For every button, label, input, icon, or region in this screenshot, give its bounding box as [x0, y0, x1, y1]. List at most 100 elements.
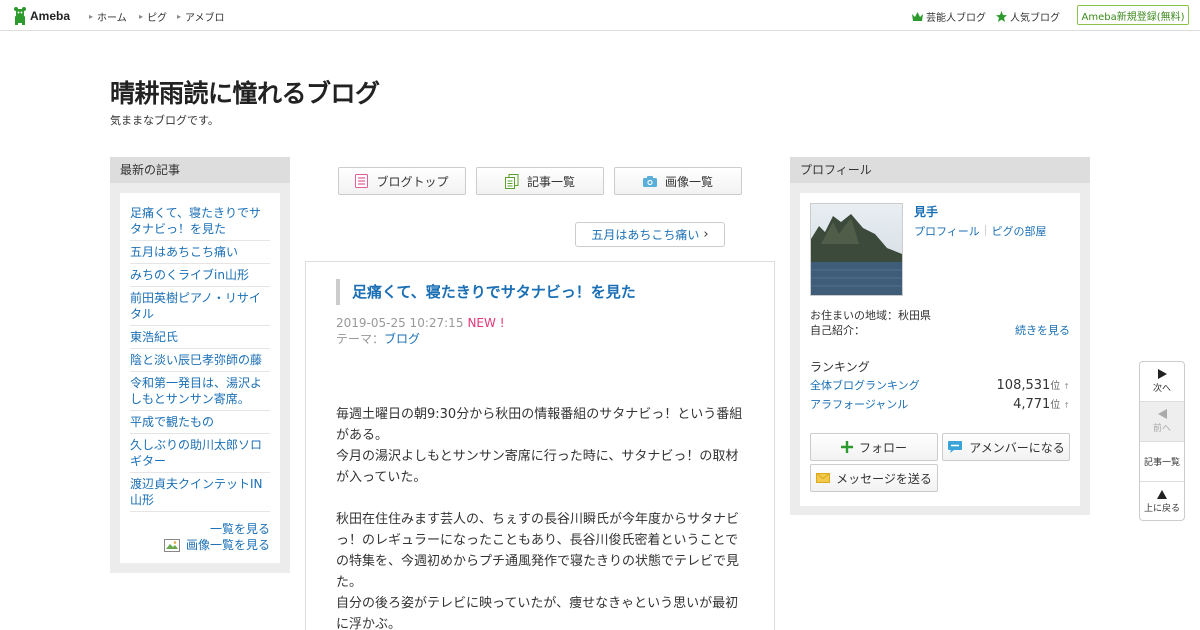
recent-articles-heading: 最新の記事 — [110, 157, 290, 183]
ranking-row: 全体ブログランキング 108,531位 ↑ — [810, 377, 1070, 393]
nav-home[interactable]: ▸ ホーム — [89, 9, 127, 24]
theme-link[interactable]: ブログ — [384, 332, 420, 346]
envelope-icon — [816, 473, 831, 483]
profile-links: プロフィール | ピグの部屋 — [914, 223, 1047, 239]
article-paragraph — [336, 488, 746, 509]
ranking-number: 4,771 — [1013, 397, 1051, 412]
message-label: メッセージを送る — [836, 471, 932, 486]
blog-top-label: ブログトップ — [376, 174, 449, 189]
ranking-value: 4,771位 ↑ — [1013, 396, 1070, 412]
recent-article-item[interactable]: 渡辺貞夫クインテットIN山形 — [130, 473, 270, 512]
blog-top-icon — [355, 174, 369, 188]
ameba-logo-icon — [14, 7, 26, 25]
amember-label: アメンバーになる — [969, 440, 1065, 455]
logo-text: Ameba — [30, 9, 71, 23]
recent-article-item[interactable]: 平成で観たもの — [130, 411, 270, 434]
article-title[interactable]: 足痛くて、寝たきりでサタナビっ！を見た — [336, 279, 636, 305]
recent-article-item[interactable]: みちのくライブin山形 — [130, 264, 270, 287]
ranking-genre-link[interactable]: アラフォージャンル — [810, 396, 908, 412]
amember-button[interactable]: アメンバーになる — [942, 433, 1070, 461]
nav-ameblo-label: アメブロ — [185, 13, 225, 24]
profile-name[interactable]: 見手 — [914, 203, 938, 220]
register-button[interactable]: Ameba新規登録(無料) — [1077, 5, 1189, 25]
image-list-label: 画像一覧 — [664, 174, 713, 189]
global-header: Ameba ▸ ホーム ▸ ピグ ▸ アメブロ 芸能人ブログ 人気ブログ Ameba新… — [0, 0, 1200, 31]
chevron-right-icon: ▸ — [89, 12, 94, 21]
article-meta: 2019-05-25 10:27:15 NEW ! テーマ：ブログ — [336, 315, 505, 347]
follow-button[interactable]: フォロー — [810, 433, 938, 461]
article-list-button[interactable]: 記事一覧 — [476, 167, 604, 195]
ranking-heading: ランキング — [810, 360, 870, 374]
next-article-button[interactable]: 五月はあちこち痛い › — [575, 222, 725, 247]
play-right-icon — [1157, 369, 1167, 379]
next-article-label: 五月はあちこち痛い — [591, 228, 700, 242]
recent-article-item[interactable]: 陰と淡い辰巳孝弥師の藤 — [130, 349, 270, 372]
plus-icon — [840, 441, 853, 453]
follow-label: フォロー — [858, 440, 907, 455]
recent-article-item[interactable]: 東浩紀氏 — [130, 326, 270, 349]
article-date: 2019-05-25 10:27:15 — [336, 316, 464, 330]
chevron-right-icon: ▸ — [177, 12, 182, 21]
continue-reading-link[interactable]: 続きを見る — [1015, 322, 1070, 338]
profile-photo-landscape — [811, 204, 902, 295]
crown-icon — [912, 12, 923, 21]
recent-article-item[interactable]: 五月はあちこち痛い — [130, 241, 270, 264]
profile-heading: プロフィール — [790, 157, 1090, 183]
article: 足痛くて、寝たきりでサタナビっ！を見た 2019-05-25 10:27:15 N… — [305, 261, 775, 630]
back-to-top-label: 上に戻る — [1143, 504, 1180, 514]
star-icon — [996, 11, 1007, 22]
celebrity-blog-link[interactable]: 芸能人ブログ — [912, 9, 986, 24]
prev-button[interactable]: 前へ — [1140, 402, 1184, 442]
ranking-number: 108,531 — [996, 378, 1051, 393]
message-button[interactable]: メッセージを送る — [810, 464, 938, 492]
blog-top-button[interactable]: ブログトップ — [338, 167, 466, 195]
recent-articles-box: 最新の記事 足痛くて、寝たきりでサタナビっ！を見た 五月はあちこち痛い みちのく… — [110, 157, 290, 573]
popular-blog-link[interactable]: 人気ブログ — [996, 9, 1060, 24]
article-paragraph: 今月の湯沢よしもとサンサン寄席に行った時に、サタナビっ！の取材が入っていた。 — [336, 449, 739, 485]
profile-image[interactable] — [810, 203, 903, 296]
prev-label: 前へ — [1152, 424, 1171, 434]
article-paragraph: 自分の後ろ姿がテレビに映っていたが、痩せなきゃという思いが最初に浮かぶ。 — [336, 596, 739, 630]
camera-icon — [642, 175, 657, 187]
play-left-icon — [1157, 409, 1167, 419]
blog-title[interactable]: 晴耕雨読に憧れるブログ — [110, 74, 380, 110]
profile-link[interactable]: プロフィール — [914, 223, 980, 239]
blog-description: 気ままなブログです。 — [110, 114, 219, 127]
see-images-label: 画像一覧を見る — [185, 538, 270, 552]
profile-box: プロフィール 見手 プロフィール | ピグの部屋 お住まいの地域：秋田県 自己紹… — [790, 157, 1090, 515]
ranking-row: アラフォージャンル 4,771位 ↑ — [810, 396, 1070, 412]
article-list-nav-button[interactable]: 記事一覧 — [1140, 442, 1184, 482]
recent-article-item[interactable]: 令和第一発目は、湯沢よしもとサンサン寄席。 — [130, 372, 270, 411]
pigg-room-link[interactable]: ピグの部屋 — [992, 223, 1047, 239]
ranking-unit: 位 — [1050, 381, 1061, 392]
see-all-link[interactable]: 一覧を見る — [130, 521, 270, 537]
new-badge: NEW ! — [467, 316, 505, 330]
chevron-right-icon: ▸ — [139, 12, 144, 21]
next-label: 次へ — [1152, 384, 1171, 394]
recent-article-item[interactable]: 久しぶりの助川太郎ソロギター — [130, 434, 270, 473]
ameba-logo[interactable]: Ameba — [13, 6, 70, 26]
next-button[interactable]: 次へ — [1140, 362, 1184, 402]
nav-home-label: ホーム — [97, 13, 127, 24]
article-paragraph: 毎週土曜日の朝9:30分から秋田の情報番組のサタナビっ！という番組がある。 — [336, 407, 743, 443]
back-to-top-button[interactable]: 上に戻る — [1140, 482, 1184, 520]
nav-ameblo[interactable]: ▸ アメブロ — [177, 9, 225, 24]
popular-blog-label: 人気ブログ — [1010, 13, 1060, 24]
profile-intro-label: 自己紹介： — [810, 324, 865, 337]
theme-label: テーマ： — [336, 332, 385, 346]
arrow-up-icon: ↑ — [1063, 382, 1070, 391]
nav-pigg[interactable]: ▸ ピグ — [139, 9, 167, 24]
article-list-label: 記事一覧 — [526, 174, 575, 189]
image-list-button[interactable]: 画像一覧 — [614, 167, 742, 195]
article-list-icon — [504, 173, 519, 189]
ranking-overall-link[interactable]: 全体ブログランキング — [810, 377, 920, 393]
speech-bubble-icon — [948, 441, 963, 453]
recent-articles-list: 足痛くて、寝たきりでサタナビっ！を見た 五月はあちこち痛い みちのくライブin山… — [120, 193, 280, 563]
see-images-link[interactable]: 画像一覧を見る — [130, 537, 270, 553]
profile-area: お住まいの地域：秋田県 — [810, 309, 931, 322]
ranking-value: 108,531位 ↑ — [997, 377, 1070, 393]
image-list-icon — [163, 538, 180, 552]
recent-article-item[interactable]: 前田英樹ピアノ・リサイタル — [130, 287, 270, 326]
recent-article-item[interactable]: 足痛くて、寝たきりでサタナビっ！を見た — [130, 202, 270, 241]
chevron-right-icon: › — [703, 227, 709, 242]
